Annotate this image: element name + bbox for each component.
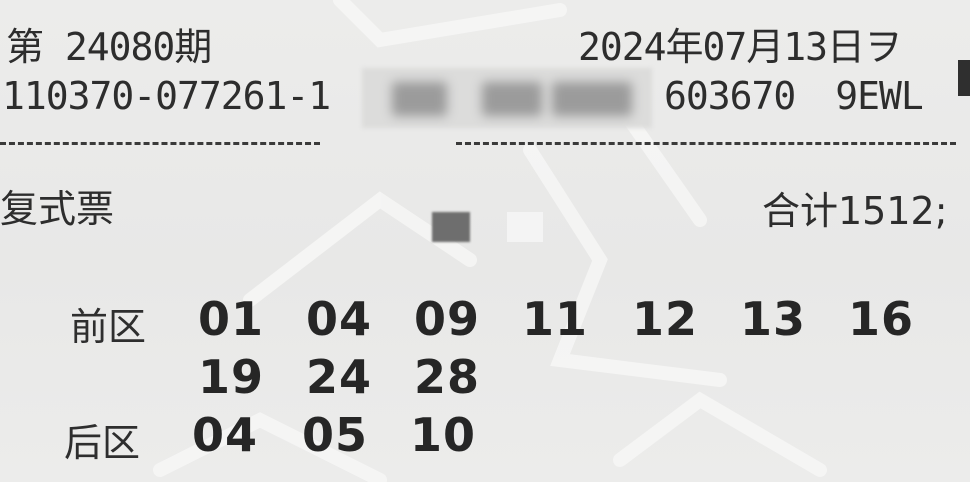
paper-highlight [507, 212, 543, 242]
front-number: 09 [414, 292, 481, 346]
ticket-total: 合计1512; [762, 189, 948, 233]
front-number: 28 [414, 350, 481, 404]
smudge-mark [432, 212, 470, 242]
serial-number: 110370-077261-1 [2, 74, 331, 118]
issue-number: 第 24080期 [6, 25, 212, 69]
front-number: 12 [632, 292, 699, 346]
serial-code: 603670 [664, 74, 796, 118]
front-number: 19 [198, 350, 265, 404]
divider-right [456, 142, 956, 145]
serial-suffix: 9EWL [835, 74, 924, 118]
back-number: 04 [192, 408, 259, 462]
serial-code-group: 603670 9EWL [664, 74, 924, 118]
front-number: 04 [306, 292, 373, 346]
redacted-area [362, 68, 652, 128]
front-number: 11 [522, 292, 589, 346]
front-number: 16 [848, 292, 915, 346]
ticket-type: 复式票 [0, 187, 115, 231]
front-number: 01 [198, 292, 265, 346]
divider-left [0, 142, 320, 145]
draw-date: 2024年07月13日ヲ [578, 25, 902, 69]
back-number: 05 [302, 408, 369, 462]
edge-mark [958, 60, 970, 96]
front-number: 24 [306, 350, 373, 404]
back-zone-label: 后区 [64, 421, 141, 465]
front-zone-label: 前区 [70, 305, 147, 349]
front-number: 13 [740, 292, 807, 346]
lottery-ticket: 第 24080期 2024年07月13日ヲ 110370-077261-1 60… [0, 0, 970, 482]
back-number: 10 [410, 408, 477, 462]
